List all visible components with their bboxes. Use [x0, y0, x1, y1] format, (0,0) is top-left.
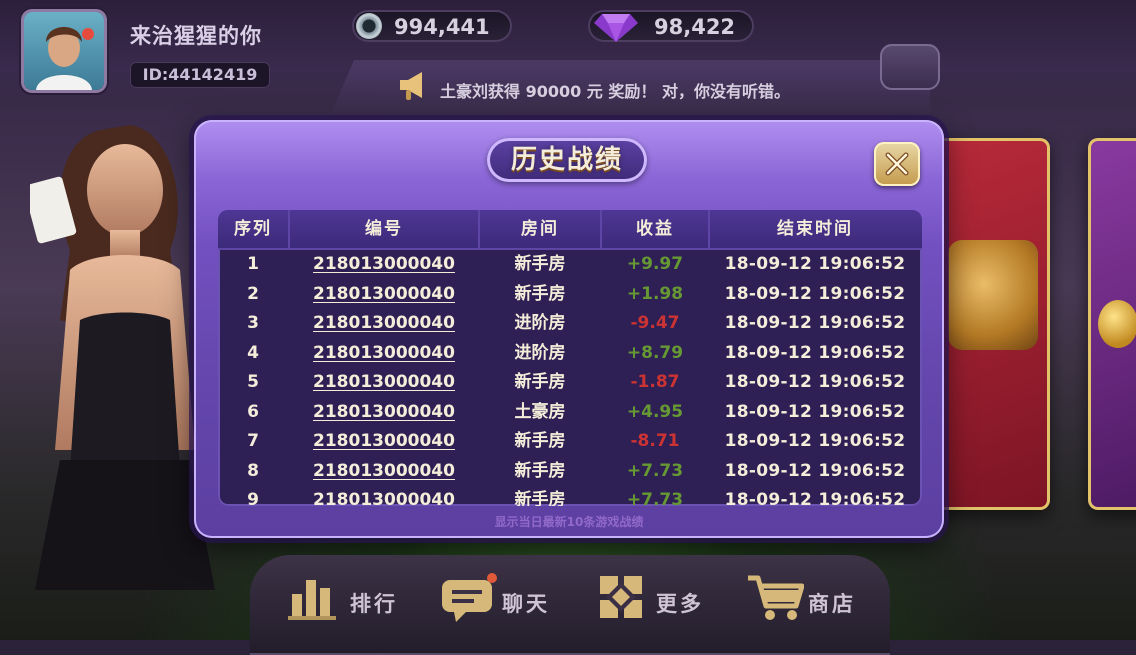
nav-shop-label: 商店	[808, 592, 856, 616]
close-button[interactable]	[874, 142, 920, 186]
row-profit: +1.98	[626, 283, 684, 304]
row-profit: +8.79	[626, 342, 684, 363]
row-seq: 4	[247, 342, 259, 363]
row-seq: 6	[247, 401, 259, 422]
table-row[interactable]: 6 218013000040 土豪房 +4.95 18-09-12 19:06:52	[218, 398, 922, 428]
row-seq: 7	[247, 431, 259, 451]
row-end-time: 18-09-12 19:06:52	[724, 372, 906, 392]
row-room: 新手房	[514, 431, 566, 451]
top-right-panel	[880, 44, 940, 90]
chat-icon	[442, 573, 497, 622]
nav-more-label: 更多	[656, 592, 704, 616]
row-room: 新手房	[514, 372, 566, 392]
player-nickname: 来治猩猩的你	[130, 24, 262, 48]
col-profit: 收益	[602, 210, 710, 248]
col-seq: 序列	[218, 210, 290, 248]
gem-value: 98,422	[654, 15, 736, 39]
avatar[interactable]	[24, 12, 104, 90]
row-room: 进阶房	[514, 313, 566, 333]
table-header: 序列 编号 房间 收益 结束时间	[218, 210, 922, 250]
row-seq: 8	[247, 460, 259, 481]
row-end-time: 18-09-12 19:06:52	[724, 283, 906, 304]
row-game-id[interactable]: 218013000040	[290, 457, 478, 487]
row-end-time: 18-09-12 19:06:52	[724, 460, 906, 481]
row-seq: 3	[247, 313, 259, 333]
table-row[interactable]: 2 218013000040 新手房 +1.98 18-09-12 19:06:52	[218, 280, 922, 310]
history-table: 序列 编号 房间 收益 结束时间 1 218013000040 新手房 +9.97 18…	[218, 210, 922, 506]
row-profit: -1.87	[630, 372, 680, 392]
row-seq: 1	[247, 254, 259, 274]
row-end-time: 18-09-12 19:06:52	[724, 313, 906, 333]
row-profit: +7.73	[626, 490, 684, 506]
row-game-id[interactable]: 218013000040	[290, 486, 478, 506]
history-dialog: 历史战绩 序列 编号 房间 收益 结束时间 1 218013000040 新手房 +9…	[194, 120, 944, 538]
close-icon	[885, 152, 909, 176]
avatar-portrait	[36, 27, 94, 90]
col-end-time: 结束时间	[777, 219, 853, 239]
row-profit: -9.47	[630, 313, 680, 333]
row-game-id[interactable]: 218013000040	[290, 427, 478, 457]
row-room: 新手房	[514, 490, 566, 506]
coin-balance[interactable]: 994,441	[352, 10, 512, 42]
bg-gold-emblem	[948, 240, 1038, 350]
row-room: 进阶房	[514, 342, 566, 363]
row-end-time: 18-09-12 19:06:52	[724, 342, 906, 363]
col-id: 编号	[290, 210, 480, 248]
table-row[interactable]: 9 218013000040 新手房 +7.73 18-09-12 19:06:52	[218, 486, 922, 506]
row-end-time: 18-09-12 19:06:52	[724, 490, 906, 506]
row-profit: +9.97	[626, 254, 684, 274]
row-end-time: 18-09-12 19:06:52	[724, 431, 906, 451]
row-seq: 2	[247, 283, 259, 304]
coin-icon	[356, 13, 382, 39]
nav-shop[interactable]: 商店	[746, 574, 866, 624]
table-row[interactable]: 5 218013000040 新手房 -1.87 18-09-12 19:06:52	[218, 368, 922, 398]
table-body[interactable]: 1 218013000040 新手房 +9.97 18-09-12 19:06:52 2 2…	[218, 250, 922, 506]
megaphone-icon	[400, 72, 422, 100]
row-end-time: 18-09-12 19:06:52	[724, 401, 906, 422]
col-room: 房间	[480, 210, 602, 248]
nav-more[interactable]: 更多	[596, 574, 716, 624]
row-seq: 9	[247, 490, 259, 506]
table-row[interactable]: 7 218013000040 新手房 -8.71 18-09-12 19:06:52	[218, 427, 922, 457]
row-game-id[interactable]: 218013000040	[290, 309, 478, 339]
nav-chat-label: 聊天	[502, 592, 550, 616]
hostess-illustration	[30, 125, 215, 590]
coin-value: 994,441	[394, 15, 490, 39]
row-game-id[interactable]: 218013000040	[290, 368, 478, 398]
bar-chart-icon	[288, 580, 336, 620]
player-id: ID:44142419	[130, 62, 270, 88]
dialog-title-plate: 历史战绩	[487, 138, 647, 182]
row-game-id[interactable]: 218013000040	[290, 250, 478, 280]
table-row[interactable]: 3 218013000040 进阶房 -9.47 18-09-12 19:06:52	[218, 309, 922, 339]
nav-rank[interactable]: 排行	[288, 574, 408, 624]
row-profit: -8.71	[630, 431, 680, 451]
row-profit: +4.95	[626, 401, 684, 422]
row-room: 新手房	[514, 283, 566, 304]
row-game-id[interactable]: 218013000040	[290, 398, 478, 428]
row-room: 土豪房	[514, 401, 566, 422]
dialog-title: 历史战绩	[510, 145, 623, 175]
more-icon	[600, 576, 642, 618]
row-end-time: 18-09-12 19:06:52	[724, 254, 906, 274]
gem-icon	[594, 14, 638, 42]
row-seq: 5	[247, 372, 259, 392]
gem-balance[interactable]: 98,422	[588, 10, 754, 42]
row-game-id[interactable]: 218013000040	[290, 339, 478, 369]
table-row[interactable]: 1 218013000040 新手房 +9.97 18-09-12 19:06:52	[218, 250, 922, 280]
announcement-text: 土豪刘获得 90000 元 奖励！ 对，你没有听错。	[440, 82, 790, 101]
row-room: 新手房	[514, 254, 566, 274]
table-row[interactable]: 4 218013000040 进阶房 +8.79 18-09-12 19:06:52	[218, 339, 922, 369]
nav-rank-label: 排行	[350, 592, 398, 616]
footer-note: 显示当日最新10条游戏战绩	[494, 515, 644, 529]
bg-gold-coins	[1098, 300, 1136, 348]
row-game-id[interactable]: 218013000040	[290, 280, 478, 310]
row-profit: +7.73	[626, 460, 684, 481]
cart-icon	[748, 575, 804, 620]
table-row[interactable]: 8 218013000040 新手房 +7.73 18-09-12 19:06:52	[218, 457, 922, 487]
nav-chat[interactable]: 聊天	[440, 573, 560, 624]
row-room: 新手房	[514, 460, 566, 481]
